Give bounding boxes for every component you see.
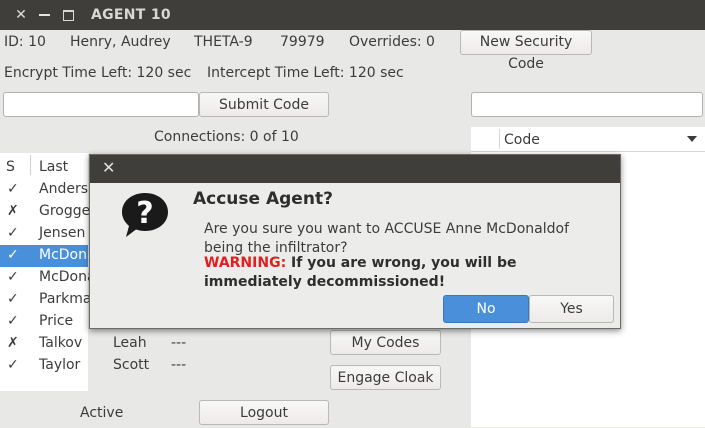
right-input[interactable] [471, 92, 703, 117]
my-codes-button[interactable]: My Codes [330, 330, 441, 355]
last-name: Jensen [39, 225, 86, 241]
column-header-status[interactable]: S [6, 159, 15, 175]
table-row[interactable]: ✓ Parkma [0, 289, 92, 311]
submit-code-button[interactable]: Submit Code [199, 92, 329, 117]
agent-id-label: ID: 10 [4, 34, 46, 50]
status-mark: ✓ [7, 247, 19, 263]
agent-number-label: 79979 [280, 34, 325, 50]
logout-button[interactable]: Logout [199, 400, 329, 425]
sort-arrow-icon[interactable] [687, 136, 697, 142]
last-name: McDona [39, 269, 96, 285]
status-mark: ✗ [7, 335, 19, 351]
yes-button[interactable]: Yes [529, 295, 614, 323]
column-divider [499, 129, 500, 149]
overrides-label: Overrides: 0 [349, 34, 435, 50]
accuse-agent-dialog: ✕ ? Accuse Agent? Are you sure you want … [89, 154, 621, 329]
status-label: Active [80, 405, 124, 421]
intercept-time-label: Intercept Time Left: 120 sec [207, 65, 404, 81]
close-window-icon[interactable]: ✕ [12, 6, 30, 24]
agent-code-label: THETA-9 [194, 34, 253, 50]
dialog-warning: WARNING: If you are wrong, you will be i… [204, 254, 604, 292]
table-row[interactable]: ✗ Grogge [0, 201, 91, 223]
column-divider [30, 155, 31, 175]
table-row-selected[interactable]: ✓ McDona [0, 245, 96, 267]
first-name: Leah [113, 335, 147, 351]
last-name: McDona [39, 247, 96, 263]
svg-text:?: ? [136, 196, 153, 231]
status-mark: ✓ [7, 313, 19, 329]
encrypt-time-label: Encrypt Time Left: 120 sec [4, 65, 192, 81]
warning-label: WARNING: [204, 255, 287, 271]
table-row[interactable]: ✓ Anders [0, 179, 88, 201]
status-mark: ✓ [7, 291, 19, 307]
dialog-title-bar: ✕ [90, 155, 620, 183]
status-mark: ✓ [7, 357, 19, 373]
minimize-window-icon[interactable] [36, 6, 54, 24]
code-cell: --- [171, 335, 187, 351]
column-header-last[interactable]: Last [39, 159, 68, 175]
last-name: Anders [39, 181, 88, 197]
code-input[interactable] [3, 92, 199, 117]
question-icon: ? [122, 193, 168, 237]
status-mark: ✗ [7, 203, 19, 219]
last-name: Price [39, 313, 74, 329]
table-row[interactable]: ✓ Jensen [0, 223, 88, 245]
agent-name-label: Henry, Audrey [70, 34, 171, 50]
last-name: Talkov [39, 335, 83, 351]
table-row[interactable]: ✓ Taylor [0, 355, 88, 377]
table-row[interactable]: ✗ Talkov [0, 333, 88, 355]
last-name: Grogge [39, 203, 91, 219]
dialog-close-icon[interactable]: ✕ [102, 158, 115, 177]
maximize-window-icon[interactable] [60, 6, 78, 24]
column-header-code[interactable]: Code [504, 132, 540, 148]
first-name: Scott [113, 357, 150, 373]
table-row[interactable]: ✓ McDona [0, 267, 96, 289]
last-name: Taylor [39, 357, 81, 373]
no-button[interactable]: No [443, 295, 529, 323]
connections-label: Connections: 0 of 10 [154, 129, 299, 145]
status-mark: ✓ [7, 269, 19, 285]
status-mark: ✓ [7, 181, 19, 197]
status-mark: ✓ [7, 225, 19, 241]
engage-cloak-button[interactable]: Engage Cloak [330, 365, 441, 390]
new-security-code-button[interactable]: New Security Code [460, 30, 592, 72]
window-title: AGENT 10 [91, 7, 171, 23]
code-cell: --- [171, 357, 187, 373]
table-row[interactable]: ✓ Price [0, 311, 88, 333]
dialog-title: Accuse Agent? [193, 189, 333, 209]
last-name: Parkma [39, 291, 92, 307]
title-bar: ✕ AGENT 10 [0, 0, 705, 30]
dialog-message: Are you sure you want to ACCUSE Anne McD… [204, 221, 570, 256]
